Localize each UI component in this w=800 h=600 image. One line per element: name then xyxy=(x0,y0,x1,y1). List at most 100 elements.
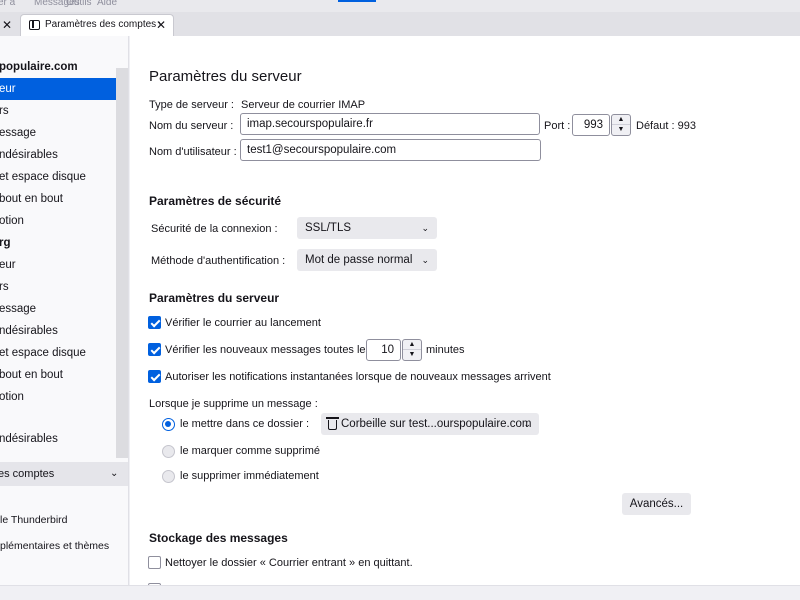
sidebar-account-2[interactable]: rg xyxy=(0,232,116,254)
sidebar-item-copies[interactable]: rs xyxy=(0,100,116,122)
connection-security-select[interactable]: SSL/TLS ⌄ xyxy=(297,217,437,239)
delete-move-radio[interactable] xyxy=(162,418,175,431)
sidebar-item-label: otion xyxy=(0,215,24,227)
sidebar-item-label: ndésirables xyxy=(0,433,58,445)
sidebar-footer-addons-link[interactable]: plémentaires et thèmes xyxy=(0,540,109,552)
sidebar-item-label: et espace disque xyxy=(0,171,86,183)
push-notifications-checkbox[interactable] xyxy=(148,370,161,383)
sidebar-item-server-settings-2[interactable]: eur xyxy=(0,254,116,276)
sidebar-item-label: bout en bout xyxy=(0,193,63,205)
sidebar-item-label: essage xyxy=(0,303,37,315)
server-settings-section-title: Paramètres du serveur xyxy=(149,291,280,305)
sidebar-account-1[interactable]: populaire.com xyxy=(0,56,116,78)
sidebar-item-label: rs xyxy=(0,281,9,293)
chevron-down-icon: ⌄ xyxy=(523,419,531,429)
check-interval-field[interactable]: 10 xyxy=(366,339,401,361)
menu-item-tools[interactable]: Outils xyxy=(66,0,92,8)
tab-account-settings[interactable]: Paramètres des comptes Co ✕ xyxy=(20,14,174,36)
stepper-down-icon[interactable]: ▼ xyxy=(612,125,630,135)
chevron-down-icon: ⌄ xyxy=(421,223,429,233)
sidebar-item-receipts-2[interactable]: otion xyxy=(0,386,116,408)
sidebar-item-junk-2[interactable]: ndésirables xyxy=(0,320,116,342)
close-icon[interactable]: ✕ xyxy=(2,18,12,32)
trash-folder-value: Corbeille sur test...ourspopulaire.com xyxy=(341,418,532,430)
sidebar-item-label: essage xyxy=(0,127,37,139)
tab-previous[interactable]: ✕ xyxy=(0,15,20,35)
trash-folder-picker[interactable]: Corbeille sur test...ourspopulaire.com ⌄ xyxy=(321,413,539,435)
chevron-down-icon: ⌄ xyxy=(421,255,429,265)
settings-tab-icon xyxy=(29,20,40,30)
menu-item-partial[interactable]: er à xyxy=(0,0,15,8)
storage-section-title: Stockage des messages xyxy=(149,531,288,545)
delete-move-label[interactable]: le mettre dans ce dossier : xyxy=(180,418,309,430)
sidebar-item-label: eur xyxy=(0,259,16,271)
server-type-value: Serveur de courrier IMAP xyxy=(241,99,366,111)
menu-item-help[interactable]: Aide xyxy=(97,0,117,8)
sidebar-item-label: et espace disque xyxy=(0,347,86,359)
chevron-down-icon: ⌄ xyxy=(110,468,119,479)
delete-immediate-label[interactable]: le supprimer immédiatement xyxy=(180,470,319,482)
sidebar-item-label: rs xyxy=(0,105,9,117)
sidebar-item-disk-space-2[interactable]: et espace disque xyxy=(0,342,116,364)
clean-inbox-checkbox[interactable] xyxy=(148,556,161,569)
sidebar-item-composition-2[interactable]: essage xyxy=(0,298,116,320)
advanced-button[interactable]: Avancés... xyxy=(622,493,691,515)
check-every-label[interactable]: Vérifier les nouveaux messages toutes le… xyxy=(165,344,371,356)
port-stepper[interactable]: ▲ ▼ xyxy=(611,114,631,136)
settings-panel: Paramètres du serveur Type de serveur : … xyxy=(130,36,800,600)
connection-security-label: Sécurité de la connexion : xyxy=(151,223,278,235)
tab-label: Paramètres des comptes Co xyxy=(45,19,160,30)
server-name-label: Nom du serveur : xyxy=(149,120,234,132)
username-label: Nom d'utilisateur : xyxy=(149,146,237,158)
account-actions-label: es comptes xyxy=(0,468,55,480)
stepper-down-icon[interactable]: ▼ xyxy=(403,350,421,360)
auth-method-select[interactable]: Mot de passe normal ⌄ xyxy=(297,249,437,271)
sidebar-item-e2e-2[interactable]: bout en bout xyxy=(0,364,116,386)
clean-inbox-label[interactable]: Nettoyer le dossier « Courrier entrant »… xyxy=(165,557,413,569)
sidebar-item-copies-2[interactable]: rs xyxy=(0,276,116,298)
sidebar-item-label: otion xyxy=(0,391,24,403)
sidebar-item-junk[interactable]: ndésirables xyxy=(0,144,116,166)
status-bar xyxy=(0,585,800,600)
page-title: Paramètres du serveur xyxy=(149,68,302,85)
delete-mark-label[interactable]: le marquer comme supprimé xyxy=(180,445,320,457)
sidebar-item-composition[interactable]: essage xyxy=(0,122,116,144)
sidebar-item-label: rg xyxy=(0,237,11,249)
auth-method-label: Méthode d'authentification : xyxy=(151,255,286,267)
sidebar-item-label: populaire.com xyxy=(0,61,78,73)
port-label: Port : xyxy=(544,120,571,132)
sidebar-footer-settings-link[interactable]: le Thunderbird xyxy=(0,514,68,526)
security-section-title: Paramètres de sécurité xyxy=(149,194,282,208)
check-startup-checkbox[interactable] xyxy=(148,316,161,329)
delete-mark-radio[interactable] xyxy=(162,445,175,458)
port-field[interactable]: 993 xyxy=(572,114,610,136)
stepper-up-icon[interactable]: ▲ xyxy=(403,340,421,350)
sidebar-item-label: ndésirables xyxy=(0,149,58,161)
check-every-checkbox[interactable] xyxy=(148,343,161,356)
sidebar-scrollbar[interactable] xyxy=(116,68,128,458)
delete-immediate-radio[interactable] xyxy=(162,470,175,483)
default-port-text: Défaut : 993 xyxy=(636,120,696,132)
sidebar-item-receipts[interactable]: otion xyxy=(0,210,116,232)
account-actions-dropdown[interactable]: es comptes ⌄ xyxy=(0,462,128,486)
push-notifications-label[interactable]: Autoriser les notifications instantanées… xyxy=(165,371,551,383)
check-startup-label[interactable]: Vérifier le courrier au lancement xyxy=(165,317,321,329)
sidebar-item-label: eur xyxy=(0,83,16,95)
sidebar-item-e2e[interactable]: bout en bout xyxy=(0,188,116,210)
titlebar-accent xyxy=(338,0,376,2)
minutes-label: minutes xyxy=(426,344,465,356)
sidebar-item-label: ndésirables xyxy=(0,325,58,337)
username-field[interactable]: test1@secourspopulaire.com xyxy=(240,139,541,161)
sidebar-item-junk-3[interactable]: ndésirables xyxy=(0,428,116,450)
sidebar-item-disk-space[interactable]: et espace disque xyxy=(0,166,116,188)
server-name-field[interactable]: imap.secourspopulaire.fr xyxy=(240,113,540,135)
close-icon[interactable]: ✕ xyxy=(156,18,166,32)
check-interval-stepper[interactable]: ▲ ▼ xyxy=(402,339,422,361)
connection-security-value: SSL/TLS xyxy=(305,222,352,234)
sidebar-item-server-settings[interactable]: eur xyxy=(0,78,116,100)
delete-behavior-label: Lorsque je supprime un message : xyxy=(149,398,318,410)
stepper-up-icon[interactable]: ▲ xyxy=(612,115,630,125)
account-sidebar: populaire.com eur rs essage ndésirables … xyxy=(0,36,129,600)
sidebar-item-label: bout en bout xyxy=(0,369,63,381)
trash-icon xyxy=(326,417,339,430)
